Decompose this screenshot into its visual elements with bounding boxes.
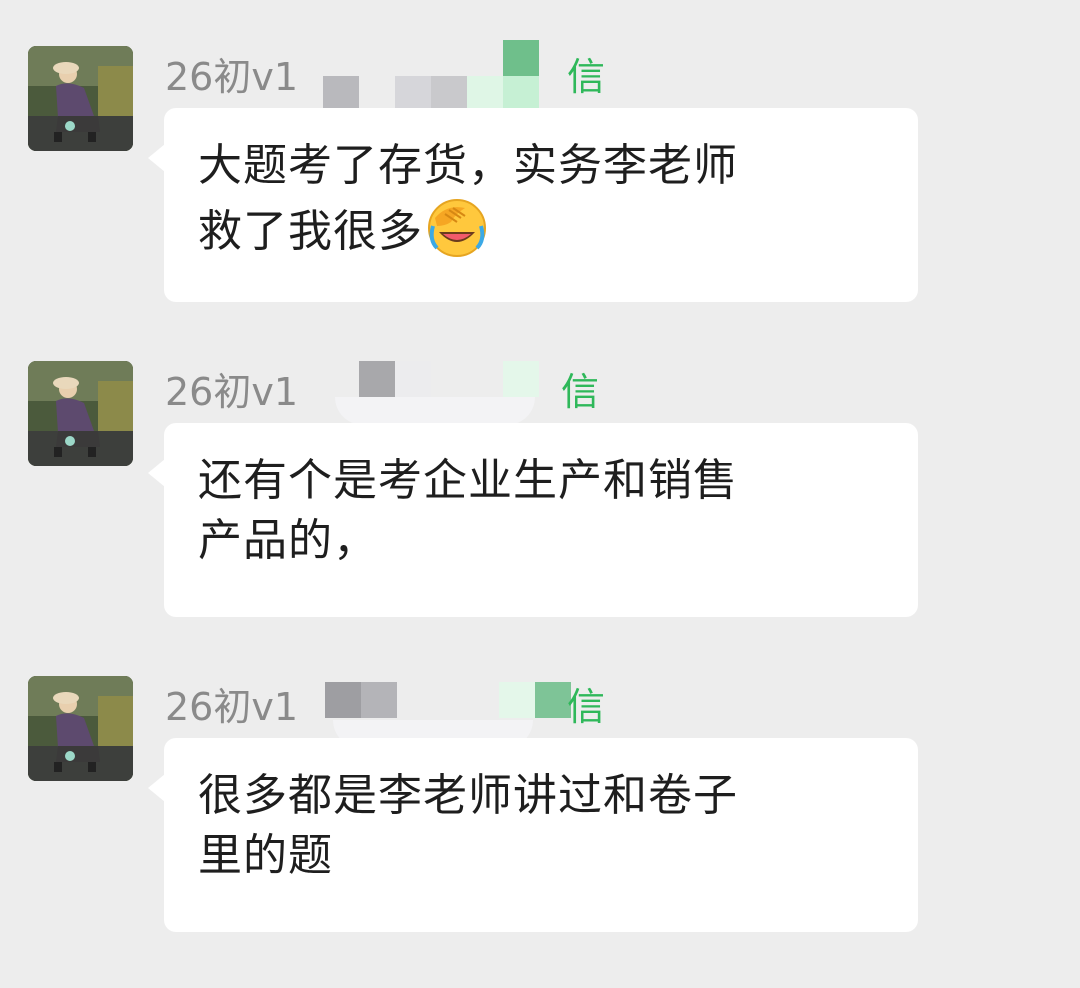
sender-tail: 信 <box>567 685 606 729</box>
redaction-mosaic <box>315 361 555 431</box>
avatar[interactable] <box>28 676 133 781</box>
chat-window: 26初v1 信 大题考了存货，实务李老师 救了我很多 26初v1 信 还有个是考… <box>0 0 1080 988</box>
message-bubble[interactable]: 大题考了存货，实务李老师 救了我很多 <box>148 108 918 302</box>
message-line: 救了我很多 <box>198 196 882 262</box>
sender-line: 26初v1 信 <box>165 682 625 748</box>
message-bubble[interactable]: 很多都是李老师讲过和卷子 里的题 <box>148 738 918 932</box>
sender-tail: 信 <box>567 55 606 99</box>
sender-tail: 信 <box>561 370 600 414</box>
avatar-photo-icon <box>28 361 133 466</box>
message-line: 大题考了存货，实务李老师 <box>198 140 738 191</box>
sender-name[interactable]: 26初v1 <box>165 682 298 732</box>
message-text: 很多都是李老师讲过和卷子 里的题 <box>198 766 882 886</box>
sender-line: 26初v1 信 <box>165 40 625 112</box>
message-text: 还有个是考企业生产和销售 产品的， <box>198 451 882 571</box>
sender-name[interactable]: 26初v1 <box>165 367 298 417</box>
face-palm-laughing-emoji-icon <box>428 199 486 257</box>
message-bubble[interactable]: 还有个是考企业生产和销售 产品的， <box>148 423 918 617</box>
message-line-text: 救了我很多 <box>198 206 423 257</box>
avatar-photo-icon <box>28 676 133 781</box>
avatar[interactable] <box>28 46 133 151</box>
avatar[interactable] <box>28 361 133 466</box>
message-line: 还有个是考企业生产和销售 <box>198 455 738 506</box>
sender-line: 26初v1 信 <box>165 361 625 425</box>
sender-name[interactable]: 26初v1 <box>165 52 298 102</box>
message-line: 里的题 <box>198 830 333 881</box>
avatar-photo-icon <box>28 46 133 151</box>
message-line: 产品的， <box>198 515 378 566</box>
message-line: 很多都是李老师讲过和卷子 <box>198 770 738 821</box>
message-text: 大题考了存货，实务李老师 救了我很多 <box>198 136 882 262</box>
